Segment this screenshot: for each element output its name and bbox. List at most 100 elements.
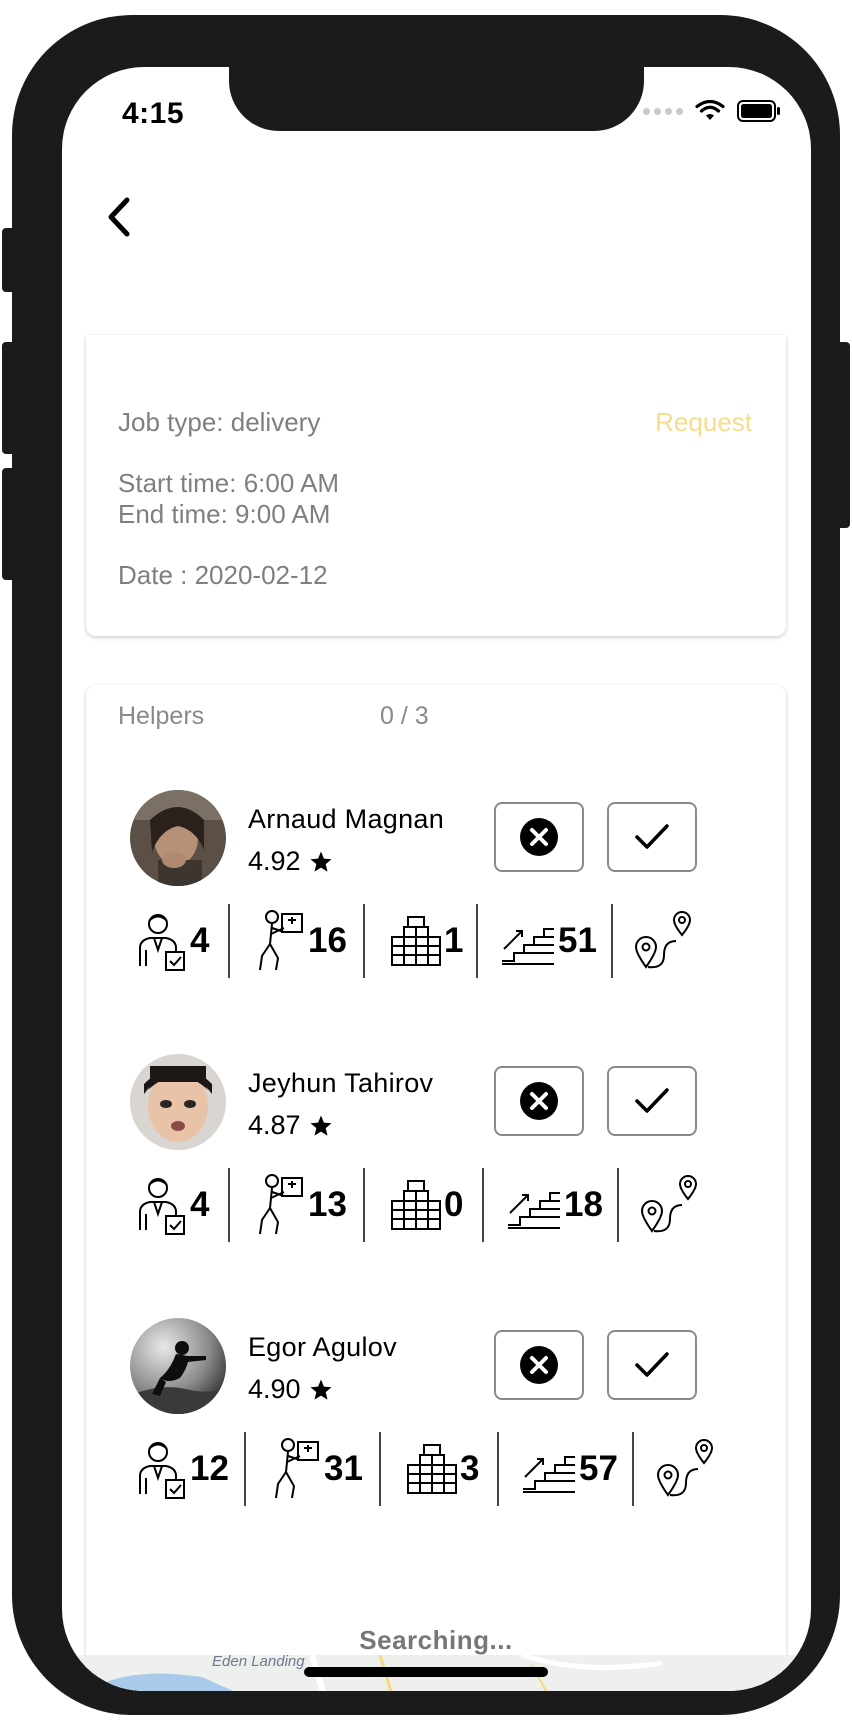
rating-value: 4.90 [248,1374,301,1404]
helper-stats: 4 13 0 18 [136,1166,766,1244]
stat-divider [497,1432,499,1506]
avatar [130,1318,226,1414]
phone-screen: 4:15 Job type: delivery Request Start ti… [62,67,811,1691]
notch [229,67,644,131]
stairs-stat: 57 [521,1430,618,1508]
stat-divider [476,904,478,978]
helper-name: Jeyhun Tahirov [248,1068,434,1098]
boxes-icon [391,916,441,966]
helper-name: Egor Agulov [248,1332,397,1362]
boxes-stat: 3 [406,1430,479,1508]
close-circle-icon [520,818,558,856]
back-chevron-icon[interactable] [100,192,140,242]
carried-stat: 31 [272,1430,363,1508]
boxes-stat: 1 [390,902,463,980]
boxes-icon [407,1444,457,1494]
stat-value: 3 [460,1449,480,1488]
route-icon [634,911,692,969]
stat-value: 16 [308,921,347,960]
accept-helper-button[interactable] [607,802,697,872]
stairs-icon [523,1456,575,1493]
star-icon [310,1379,332,1400]
close-circle-icon [520,1082,558,1120]
boxes-stat: 0 [390,1166,463,1244]
stat-divider [228,1168,230,1242]
route-stat [640,1166,700,1244]
status-icons [643,100,781,122]
helper-rating: 4.90 [248,1374,333,1405]
stat-value: 4 [190,1185,210,1224]
stairs-icon [508,1192,560,1229]
helper-stats: 12 31 3 57 [136,1430,766,1508]
helper-rating: 4.92 [248,846,333,877]
accept-helper-button[interactable] [607,1066,697,1136]
star-icon [310,851,332,872]
stat-divider [632,1432,634,1506]
helper-row: Egor Agulov 4.90 12 31 3 57 [86,1318,786,1518]
carrying-box-icon [259,1174,303,1235]
carrying-box-icon [275,1438,319,1499]
reject-helper-button[interactable] [494,1330,584,1400]
helper-row: Jeyhun Tahirov 4.87 4 13 0 18 [86,1054,786,1254]
rating-value: 4.87 [248,1110,301,1140]
boxes-icon [391,1180,441,1230]
carried-stat: 16 [256,902,347,980]
job-type-text: Job type: delivery [118,407,321,437]
helpers-count: 0 / 3 [380,702,429,730]
stat-value: 13 [308,1185,347,1224]
delivery-person-icon [139,914,185,971]
helper-name: Arnaud Magnan [248,804,445,834]
request-link[interactable]: Request [655,407,752,438]
rating-value: 4.92 [248,846,301,876]
signal-dots-icon [643,107,683,115]
checkmark-icon [635,1352,669,1377]
carrying-box-icon [259,910,303,971]
stat-divider [244,1432,246,1506]
job-details-card: Job type: delivery Request Start time: 6… [86,335,786,636]
stat-divider [617,1168,619,1242]
map-label: Eden Landing [212,1655,305,1670]
stat-divider [482,1168,484,1242]
home-indicator[interactable] [304,1667,548,1677]
stat-value: 51 [558,921,597,960]
date-text: Date : 2020-02-12 [118,560,328,590]
carried-stat: 13 [256,1166,347,1244]
searching-status: Searching... [359,1625,513,1655]
stat-divider [228,904,230,978]
avatar [130,1054,226,1150]
reject-helper-button[interactable] [494,802,584,872]
stat-divider [363,904,365,978]
stairs-stat: 18 [506,1166,603,1244]
route-stat [634,902,694,980]
route-icon [640,1175,698,1233]
battery-icon [737,100,780,122]
status-time: 4:15 [122,97,185,130]
helper-rating: 4.87 [248,1110,333,1141]
stat-value: 18 [564,1185,603,1224]
deliveries-stat: 4 [136,902,209,980]
stat-value: 1 [444,921,464,960]
stat-divider [379,1432,381,1506]
stat-value: 31 [324,1449,363,1488]
helpers-title: Helpers [118,702,205,730]
helpers-card: Helpers 0 / 3 Arnaud Magnan 4.92 4 16 1 … [86,685,786,1677]
stat-value: 0 [444,1185,464,1224]
deliveries-stat: 4 [136,1166,209,1244]
stat-divider [363,1168,365,1242]
stairs-stat: 51 [500,902,597,980]
stat-value: 12 [190,1449,229,1488]
stairs-icon [502,928,554,965]
stat-divider [611,904,613,978]
delivery-person-icon [139,1178,185,1235]
accept-helper-button[interactable] [607,1330,697,1400]
route-stat [656,1430,716,1508]
deliveries-stat: 12 [136,1430,229,1508]
reject-helper-button[interactable] [494,1066,584,1136]
checkmark-icon [635,1088,669,1113]
stat-value: 4 [190,921,210,960]
phone-frame: 4:15 Job type: delivery Request Start ti… [12,15,840,1715]
wifi-icon [695,100,725,120]
end-time-text: End time: 9:00 AM [118,499,331,529]
avatar [130,790,226,886]
star-icon [310,1115,332,1136]
